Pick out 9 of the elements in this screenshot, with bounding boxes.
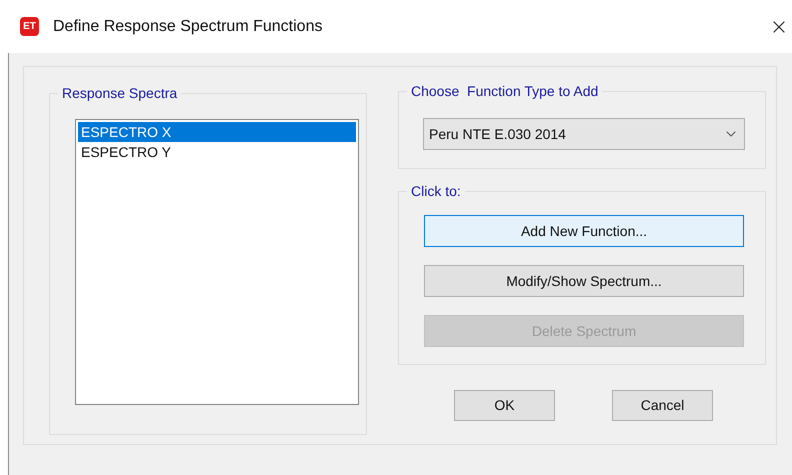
function-type-dropdown[interactable]: Peru NTE E.030 2014: [423, 118, 745, 150]
list-item[interactable]: ESPECTRO X: [78, 122, 356, 142]
window-title: Define Response Spectrum Functions: [53, 16, 322, 36]
dialog-button[interactable]: OK: [454, 390, 555, 421]
list-item[interactable]: ESPECTRO Y: [78, 142, 356, 162]
app-logo: ET: [20, 17, 39, 36]
action-button[interactable]: Modify/Show Spectrum...: [424, 265, 744, 297]
action-button[interactable]: Add New Function...: [424, 215, 744, 247]
dialog-button[interactable]: Cancel: [612, 390, 713, 421]
